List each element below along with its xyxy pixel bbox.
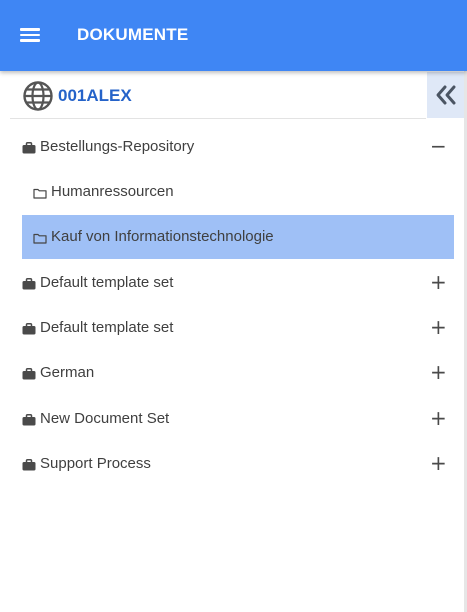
tree-item-label: Bestellungs-Repository [40, 138, 195, 155]
folder-icon [33, 231, 47, 249]
briefcase-icon [22, 367, 36, 385]
tree-item-label: New Document Set [40, 410, 170, 427]
page-title: DOKUMENTE [77, 25, 189, 44]
tree-item-label: German [40, 364, 95, 381]
briefcase-icon [22, 141, 36, 159]
expand-icon[interactable]: + [430, 406, 447, 430]
tree-set-item[interactable]: German + [22, 351, 454, 395]
tree-item-label: Kauf von Informationstechnologie [51, 228, 274, 245]
tree-folder-item[interactable]: Kauf von Informationstechnologie [22, 215, 454, 259]
briefcase-icon [22, 322, 36, 340]
tree-item-label: Default template set [40, 319, 174, 336]
collapse-panel-button[interactable] [427, 72, 464, 118]
tree-set-item[interactable]: Bestellungs-Repository − [22, 125, 454, 169]
hamburger-menu-icon[interactable] [20, 27, 40, 43]
expand-icon[interactable]: + [430, 315, 447, 339]
double-chevron-left-icon [436, 85, 456, 105]
collapse-icon[interactable]: − [430, 134, 447, 158]
tree-item-label: Humanressourcen [51, 183, 174, 200]
tree-set-item[interactable]: Support Process + [22, 442, 454, 486]
briefcase-icon [22, 277, 36, 295]
expand-icon[interactable]: + [430, 360, 447, 384]
globe-icon [23, 81, 53, 111]
briefcase-icon [22, 413, 36, 431]
tree-set-item[interactable]: Default template set + [22, 306, 454, 350]
organization-name[interactable]: 001ALEX [58, 86, 132, 106]
tree-item-label: Support Process [40, 455, 151, 472]
expand-icon[interactable]: + [430, 270, 447, 294]
app-header: DOKUMENTE [0, 0, 467, 71]
tree-set-item[interactable]: Default template set + [22, 261, 454, 305]
folder-icon [33, 186, 47, 204]
tree-item-label: Default template set [40, 274, 174, 291]
tree-folder-item[interactable]: Humanressourcen [22, 170, 454, 214]
expand-icon[interactable]: + [430, 451, 447, 475]
organization-header: 001ALEX [10, 72, 426, 119]
briefcase-icon [22, 458, 36, 476]
tree-set-item[interactable]: New Document Set + [22, 397, 454, 441]
